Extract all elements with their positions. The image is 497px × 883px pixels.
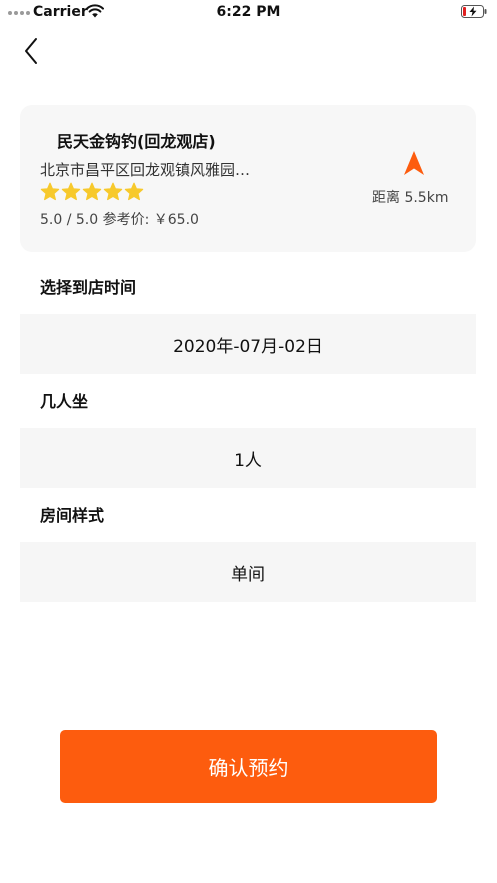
room-style-select[interactable]: 单间 <box>20 542 476 602</box>
clock: 6:22 PM <box>216 4 281 20</box>
room-style-label: 房间样式 <box>40 506 105 525</box>
room-style-value: 单间 <box>231 564 265 585</box>
star-icon <box>61 182 81 201</box>
arrival-time-label: 选择到店时间 <box>40 278 137 297</box>
star-icon <box>103 182 123 201</box>
rating-and-price: 5.0 / 5.0 参考价: ￥65.0 <box>40 212 199 228</box>
store-address: 北京市昌平区回龙观镇风雅园… <box>40 161 251 179</box>
store-card[interactable]: 民天金钩钓(回龙观店) 北京市昌平区回龙观镇风雅园… 5.0 / 5.0 参考价… <box>20 105 476 252</box>
rating-stars <box>40 182 144 202</box>
star-icon <box>40 182 60 201</box>
status-bar: Carrier 6:22 PM <box>0 0 497 26</box>
party-size-value: 1人 <box>234 450 262 471</box>
back-button[interactable] <box>18 34 46 68</box>
battery-charging-icon <box>461 5 487 18</box>
store-name: 民天金钩钓(回龙观店) <box>57 132 216 151</box>
booking-screen: Carrier 6:22 PM 民天金钩钓(回龙观店) 北京市昌平区回龙观镇风雅… <box>0 0 497 883</box>
navigation-arrow-icon[interactable] <box>402 150 426 176</box>
confirm-booking-button[interactable]: 确认预约 <box>60 730 437 803</box>
distance-label: 距离 5.5km <box>372 190 449 206</box>
arrival-time-value: 2020年-07月-02日 <box>173 336 323 357</box>
chevron-left-icon <box>25 38 37 64</box>
party-size-label: 几人坐 <box>40 392 89 411</box>
star-icon <box>82 182 102 201</box>
star-icon <box>124 182 144 201</box>
party-size-select[interactable]: 1人 <box>20 428 476 488</box>
arrival-time-select[interactable]: 2020年-07月-02日 <box>20 314 476 374</box>
